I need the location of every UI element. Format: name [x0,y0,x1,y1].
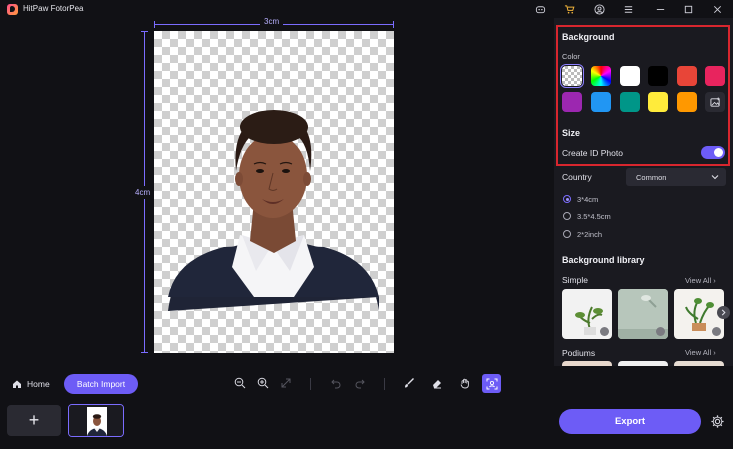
podiums-view-all-text: View All [685,348,712,357]
portrait-select-icon[interactable] [482,374,501,393]
add-image-icon [709,96,720,107]
size-option-label: 2*2inch [577,230,603,239]
size-radio-2x2inch[interactable] [563,230,571,238]
size-option-label: 3*4cm [577,195,599,204]
swatch-black[interactable] [648,66,668,86]
account-icon[interactable] [593,3,605,15]
swatch-teal[interactable] [620,92,640,112]
swatch-pink[interactable] [705,66,725,86]
swatch-purple[interactable] [562,92,582,112]
hand-pan-icon[interactable] [458,376,472,390]
export-button[interactable]: Export [559,409,701,434]
download-icon[interactable] [712,327,721,336]
size-option-label: 3.5*4.5cm [577,212,611,221]
country-select[interactable]: Common [626,168,726,186]
title-bar: HitPaw FotorPea [0,0,733,18]
simple-view-all-text: View All [685,276,712,285]
eraser-icon[interactable] [430,376,444,390]
country-select-value: Common [636,172,667,182]
podiums-label: Podiums [562,348,596,358]
height-dimension-label: 4cm [135,186,151,199]
app-logo [7,4,18,15]
home-label: Home [27,379,50,389]
swatch-red[interactable] [677,66,697,86]
swatch-blue[interactable] [591,92,611,112]
add-image-button[interactable]: + [7,405,61,436]
zoom-in-icon[interactable] [256,376,270,390]
custom-image-button[interactable] [705,92,725,112]
chevron-down-icon [711,175,719,180]
create-id-photo-toggle[interactable] [701,146,725,159]
simple-label: Simple [562,275,588,285]
swatch-orange[interactable] [677,92,697,112]
create-id-photo-label: Create ID Photo [562,148,623,158]
background-thumb-plant-1[interactable] [562,289,612,339]
background-library-title: Background library [562,255,645,265]
chevron-right-icon [721,309,726,316]
library-next-button[interactable] [717,306,730,319]
brush-icon[interactable] [402,376,416,390]
home-icon [13,380,21,388]
batch-import-button[interactable]: Batch Import [64,374,138,394]
menu-icon[interactable] [622,3,634,15]
fit-screen-icon[interactable] [279,376,293,390]
width-dimension-label: 3cm [260,17,284,26]
background-highlight-box [556,25,730,166]
close-icon[interactable] [711,3,723,15]
toolbar-divider [310,378,311,390]
canvas-area: 3cm 4cm [0,17,554,366]
swatch-transparent[interactable] [560,64,584,88]
toolbar-divider [384,378,385,390]
simple-view-all-link[interactable]: View All › [685,276,716,285]
download-icon[interactable] [600,327,609,336]
maximize-icon[interactable] [682,3,694,15]
bottom-toolbar: Home Batch Import + Export [0,366,733,449]
app-title: HitPaw FotorPea [23,4,84,13]
download-icon[interactable] [656,327,665,336]
podiums-view-all-link[interactable]: View All › [685,348,716,357]
gear-icon[interactable] [710,414,725,429]
country-label: Country [562,172,592,182]
minimize-icon[interactable] [654,3,666,15]
undo-icon[interactable] [329,376,343,390]
size-radio-3-5x4-5[interactable] [563,212,571,220]
swatch-rainbow[interactable] [591,66,611,86]
background-thumb-lamp[interactable] [618,289,668,339]
size-radio-3x4[interactable] [563,195,571,203]
size-title: Size [562,128,581,138]
home-button[interactable]: Home [12,379,50,389]
settings-panel: Background Color Size Create ID Photo Co… [554,18,733,366]
color-label: Color [562,52,580,61]
image-thumbnail[interactable] [68,404,124,437]
zoom-out-icon[interactable] [233,376,247,390]
swatch-white[interactable] [620,66,640,86]
redo-icon[interactable] [353,376,367,390]
discord-icon[interactable] [534,3,546,15]
portrait-thumbnail-image [69,405,123,436]
portrait-image [168,110,379,311]
id-photo-preview[interactable] [154,31,394,353]
swatch-yellow[interactable] [648,92,668,112]
background-title: Background [562,32,615,42]
cart-icon[interactable] [563,3,575,15]
